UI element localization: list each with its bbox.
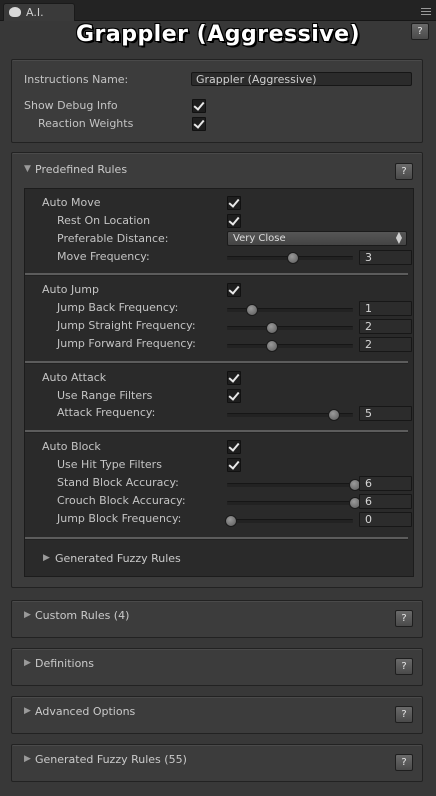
window-menu-icon[interactable]: [421, 8, 431, 16]
show-debug-info-checkbox[interactable]: [192, 99, 206, 113]
section-divider: [25, 361, 408, 364]
definitions-header[interactable]: Definitions: [35, 657, 94, 670]
attack-frequency-slider-thumb[interactable]: [327, 409, 340, 421]
jump-straight-frequency-slider[interactable]: [227, 326, 353, 330]
tab-ai[interactable]: A.I.: [3, 3, 75, 21]
jump-straight-frequency-slider-thumb[interactable]: [265, 322, 278, 334]
use-hit-type-filters-checkbox[interactable]: [227, 458, 241, 472]
auto-move-checkbox[interactable]: [227, 196, 241, 210]
definitions-help-button[interactable]: ?: [395, 658, 413, 675]
use-range-filters-checkbox[interactable]: [227, 389, 241, 403]
reaction-weights-label: Reaction Weights: [38, 117, 134, 130]
instructions-name-label: Instructions Name:: [24, 73, 129, 86]
jump-forward-frequency-label: Jump Forward Frequency:: [57, 337, 196, 350]
brain-icon: [9, 7, 21, 17]
section-divider: [25, 430, 408, 433]
preferable-distance-value: Very Close: [233, 233, 286, 244]
jump-forward-frequency-field[interactable]: 2: [359, 337, 412, 352]
stand-block-accuracy-slider[interactable]: [227, 483, 353, 487]
rest-on-location-checkbox[interactable]: [227, 214, 241, 228]
jump-straight-frequency-field[interactable]: 2: [359, 319, 412, 334]
expand-right-icon[interactable]: ▶: [24, 658, 31, 668]
jump-block-frequency-field[interactable]: 0: [359, 512, 412, 527]
attack-frequency-field[interactable]: 5: [359, 406, 412, 421]
jump-back-frequency-label: Jump Back Frequency:: [57, 301, 179, 314]
use-hit-type-filters-label: Use Hit Type Filters: [57, 458, 162, 471]
predefined-rules-help-button[interactable]: ?: [395, 163, 413, 180]
preferable-distance-label: Preferable Distance:: [57, 232, 169, 245]
auto-attack-label: Auto Attack: [42, 371, 107, 384]
jump-back-frequency-field[interactable]: 1: [359, 301, 412, 316]
crouch-block-accuracy-slider[interactable]: [227, 501, 353, 505]
stand-block-accuracy-label: Stand Block Accuracy:: [57, 476, 179, 489]
title-help-button[interactable]: ?: [411, 23, 429, 40]
expand-right-icon[interactable]: ▶: [24, 610, 31, 620]
auto-block-checkbox[interactable]: [227, 440, 241, 454]
auto-jump-label: Auto Jump: [42, 283, 99, 296]
page-title: Grappler (Aggressive): [75, 22, 361, 47]
stand-block-accuracy-field[interactable]: 6: [359, 476, 412, 491]
crouch-block-accuracy-label: Crouch Block Accuracy:: [57, 494, 186, 507]
show-debug-info-label: Show Debug Info: [24, 99, 118, 112]
rest-on-location-label: Rest On Location: [57, 214, 151, 227]
generated-fuzzy-rules-help-button[interactable]: ?: [395, 754, 413, 771]
jump-forward-frequency-slider-thumb[interactable]: [265, 340, 278, 352]
inner-generated-fuzzy-rules-header[interactable]: Generated Fuzzy Rules: [55, 552, 181, 565]
generated-fuzzy-rules-header[interactable]: Generated Fuzzy Rules (55): [35, 753, 187, 766]
preferable-distance-dropdown[interactable]: Very Close ▲ ▼: [227, 231, 407, 246]
crouch-block-accuracy-field[interactable]: 6: [359, 494, 412, 509]
custom-rules-help-button[interactable]: ?: [395, 610, 413, 627]
jump-block-frequency-label: Jump Block Frequency:: [57, 512, 182, 525]
expand-right-icon[interactable]: ▶: [24, 706, 31, 716]
advanced-options-help-button[interactable]: ?: [395, 706, 413, 723]
predefined-rules-header[interactable]: Predefined Rules: [35, 163, 127, 176]
auto-attack-checkbox[interactable]: [227, 371, 241, 385]
advanced-options-header[interactable]: Advanced Options: [35, 705, 135, 718]
auto-jump-checkbox[interactable]: [227, 283, 241, 297]
tab-ai-label: A.I.: [26, 6, 44, 19]
use-range-filters-label: Use Range Filters: [57, 389, 153, 402]
move-frequency-slider-thumb[interactable]: [287, 252, 299, 264]
expand-down-icon[interactable]: ▼: [24, 164, 31, 174]
jump-straight-frequency-label: Jump Straight Frequency:: [57, 319, 196, 332]
attack-frequency-label: Attack Frequency:: [57, 406, 156, 419]
section-divider: [25, 537, 408, 540]
custom-rules-header[interactable]: Custom Rules (4): [35, 609, 129, 622]
reaction-weights-checkbox[interactable]: [192, 117, 206, 131]
move-frequency-label: Move Frequency:: [57, 250, 150, 263]
expand-right-icon[interactable]: ▶: [24, 754, 31, 764]
section-divider: [25, 273, 408, 276]
jump-back-frequency-slider-thumb[interactable]: [246, 304, 259, 316]
move-frequency-field[interactable]: 3: [359, 250, 412, 265]
instructions-name-field[interactable]: Grappler (Aggressive): [191, 72, 412, 86]
jump-block-frequency-slider-thumb[interactable]: [225, 515, 237, 527]
expand-right-icon[interactable]: ▶: [43, 553, 50, 563]
jump-forward-frequency-slider[interactable]: [227, 344, 353, 348]
auto-block-label: Auto Block: [42, 440, 101, 453]
jump-block-frequency-slider[interactable]: [227, 519, 353, 523]
updown-arrows-icon: ▲ ▼: [395, 230, 402, 245]
auto-move-label: Auto Move: [42, 196, 101, 209]
